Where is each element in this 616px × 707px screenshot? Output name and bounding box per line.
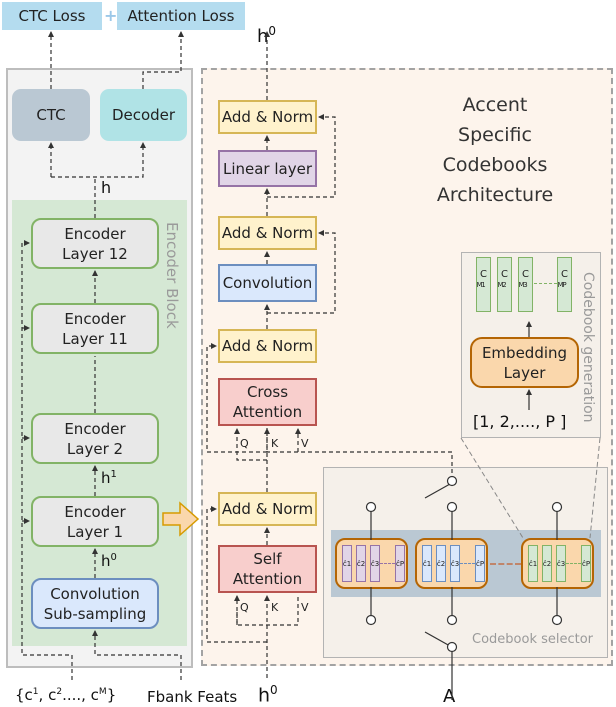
codebook-continuation-line	[534, 283, 557, 284]
entry-continuation-line	[566, 563, 581, 564]
codebooks-input-label: {c1, c2...., cM}	[15, 686, 117, 704]
h0-input-label: h0	[258, 683, 278, 707]
cross-k-label: K	[271, 437, 279, 450]
encoder-layer-2-line1: Encoder	[64, 419, 126, 438]
groups-continuation-line	[490, 563, 521, 565]
encoder-layer-12-line2: Layer 12	[62, 244, 128, 263]
cross-v-label: V	[301, 437, 309, 450]
add-norm-label: Add & Norm	[221, 224, 314, 242]
add-norm-label: Add & Norm	[221, 337, 314, 355]
encoder-layer-11-line2: Layer 11	[62, 329, 128, 348]
self-attention-line2: Attention	[232, 570, 303, 588]
title-line-1: Accent	[462, 94, 528, 116]
codebook-entry: ĉ1	[422, 545, 432, 582]
codebook-entry: ĉ2	[542, 545, 552, 582]
cross-q-label: Q	[240, 437, 249, 450]
ctc-box: CTC	[12, 89, 90, 141]
add-norm-label: Add & Norm	[221, 500, 314, 518]
add-norm-label: Add & Norm	[221, 108, 314, 126]
module-title: Accent Specific Codebooks Architecture	[420, 90, 570, 210]
add-norm-box-4: Add & Norm	[218, 100, 317, 134]
add-norm-box-3: Add & Norm	[218, 216, 317, 250]
cross-attention-line2: Attention	[232, 403, 303, 421]
entry-continuation-line	[460, 563, 475, 564]
convolution-subsampling-box: Convolution Sub-sampling	[31, 578, 159, 629]
encoder-layer-1-line1: Encoder	[64, 502, 126, 521]
ctc-loss-label: CTC Loss	[18, 7, 86, 25]
codebook-entry: ĉ1	[528, 545, 538, 582]
codebook-entry: ĉP	[475, 545, 485, 582]
self-attention-line1: Self	[253, 550, 282, 568]
codebook-entry: ĉ2	[436, 545, 446, 582]
codebook-entry: ĉP	[395, 545, 405, 582]
ctc-label: CTC	[36, 106, 66, 124]
cross-attention-box: Cross Attention	[218, 378, 317, 426]
decoder-box: Decoder	[100, 89, 187, 141]
codebook-group-1: ĉ1 ĉ2 ĉ3 ĉP	[335, 538, 408, 589]
generated-codebook-2: C2M	[497, 257, 512, 312]
add-norm-box-2: Add & Norm	[218, 329, 317, 363]
encoder-layer-1: Encoder Layer 1	[31, 496, 159, 547]
ctc-loss-box: CTC Loss	[2, 2, 102, 30]
codebook-entry: ĉ1	[342, 545, 352, 582]
attention-loss-label: Attention Loss	[127, 7, 235, 25]
accent-input-label: A	[443, 686, 456, 707]
codebook-entry: ĉ3	[556, 545, 566, 582]
output-h0-label: h0	[257, 24, 277, 47]
self-q-label: Q	[240, 601, 249, 614]
title-line-3: Codebooks	[442, 154, 548, 176]
self-attention-box: Self Attention	[218, 545, 317, 593]
generated-codebook-4: CPM	[557, 257, 572, 312]
linear-layer-label: Linear layer	[222, 159, 313, 178]
codebook-entry: ĉP	[581, 545, 591, 582]
encoder-layer-11: Encoder Layer 11	[31, 303, 159, 354]
title-line-2: Specific	[458, 124, 532, 146]
codebook-entry: ĉ2	[356, 545, 366, 582]
decoder-label: Decoder	[111, 106, 176, 124]
generated-codebook-1: C1M	[476, 257, 491, 312]
entry-continuation-line	[380, 563, 395, 564]
h-label: h	[101, 178, 112, 197]
encoder-layer-11-line1: Encoder	[64, 309, 126, 328]
codebook-group-3: ĉ1 ĉ2 ĉ3 ĉP	[521, 538, 594, 589]
convolution-label: Convolution	[222, 274, 313, 292]
plus-icon: +	[104, 6, 118, 25]
embedding-layer-box: Embedding Layer	[470, 337, 579, 388]
title-line-4: Architecture	[436, 184, 554, 206]
encoder-layer-2: Encoder Layer 2	[31, 413, 159, 464]
self-v-label: V	[301, 601, 309, 614]
index-input-label: [1, 2,...., P ]	[473, 412, 567, 431]
add-norm-box-1: Add & Norm	[218, 492, 317, 526]
encoder-block-label: Encoder Block	[163, 222, 181, 329]
conv-sub-line1: Convolution	[50, 584, 140, 603]
embedding-line2: Layer	[503, 363, 546, 382]
h1-label: h1	[101, 469, 117, 487]
encoder-layer-2-line2: Layer 2	[66, 439, 124, 458]
codebook-entry: ĉ3	[450, 545, 460, 582]
encoder-layer-12-line1: Encoder	[64, 224, 126, 243]
self-k-label: K	[271, 601, 279, 614]
convolution-box: Convolution	[218, 264, 317, 302]
codebook-generation-label: Codebook generation	[580, 272, 596, 423]
codebook-group-2: ĉ1 ĉ2 ĉ3 ĉP	[415, 538, 488, 589]
fbank-feats-label: Fbank Feats	[147, 688, 238, 706]
conv-sub-line2: Sub-sampling	[43, 604, 147, 623]
codebook-selector-label: Codebook selector	[472, 632, 594, 647]
encoder-layer-1-line2: Layer 1	[66, 522, 124, 541]
h0-encoder-label: h0	[101, 552, 117, 570]
embedding-line1: Embedding	[481, 343, 568, 362]
encoder-layer-12: Encoder Layer 12	[31, 218, 159, 269]
attention-loss-box: Attention Loss	[117, 2, 245, 30]
generated-codebook-3: C3M	[518, 257, 533, 312]
codebook-entry: ĉ3	[370, 545, 380, 582]
linear-layer-box: Linear layer	[218, 150, 317, 187]
cross-attention-line1: Cross	[246, 383, 289, 401]
